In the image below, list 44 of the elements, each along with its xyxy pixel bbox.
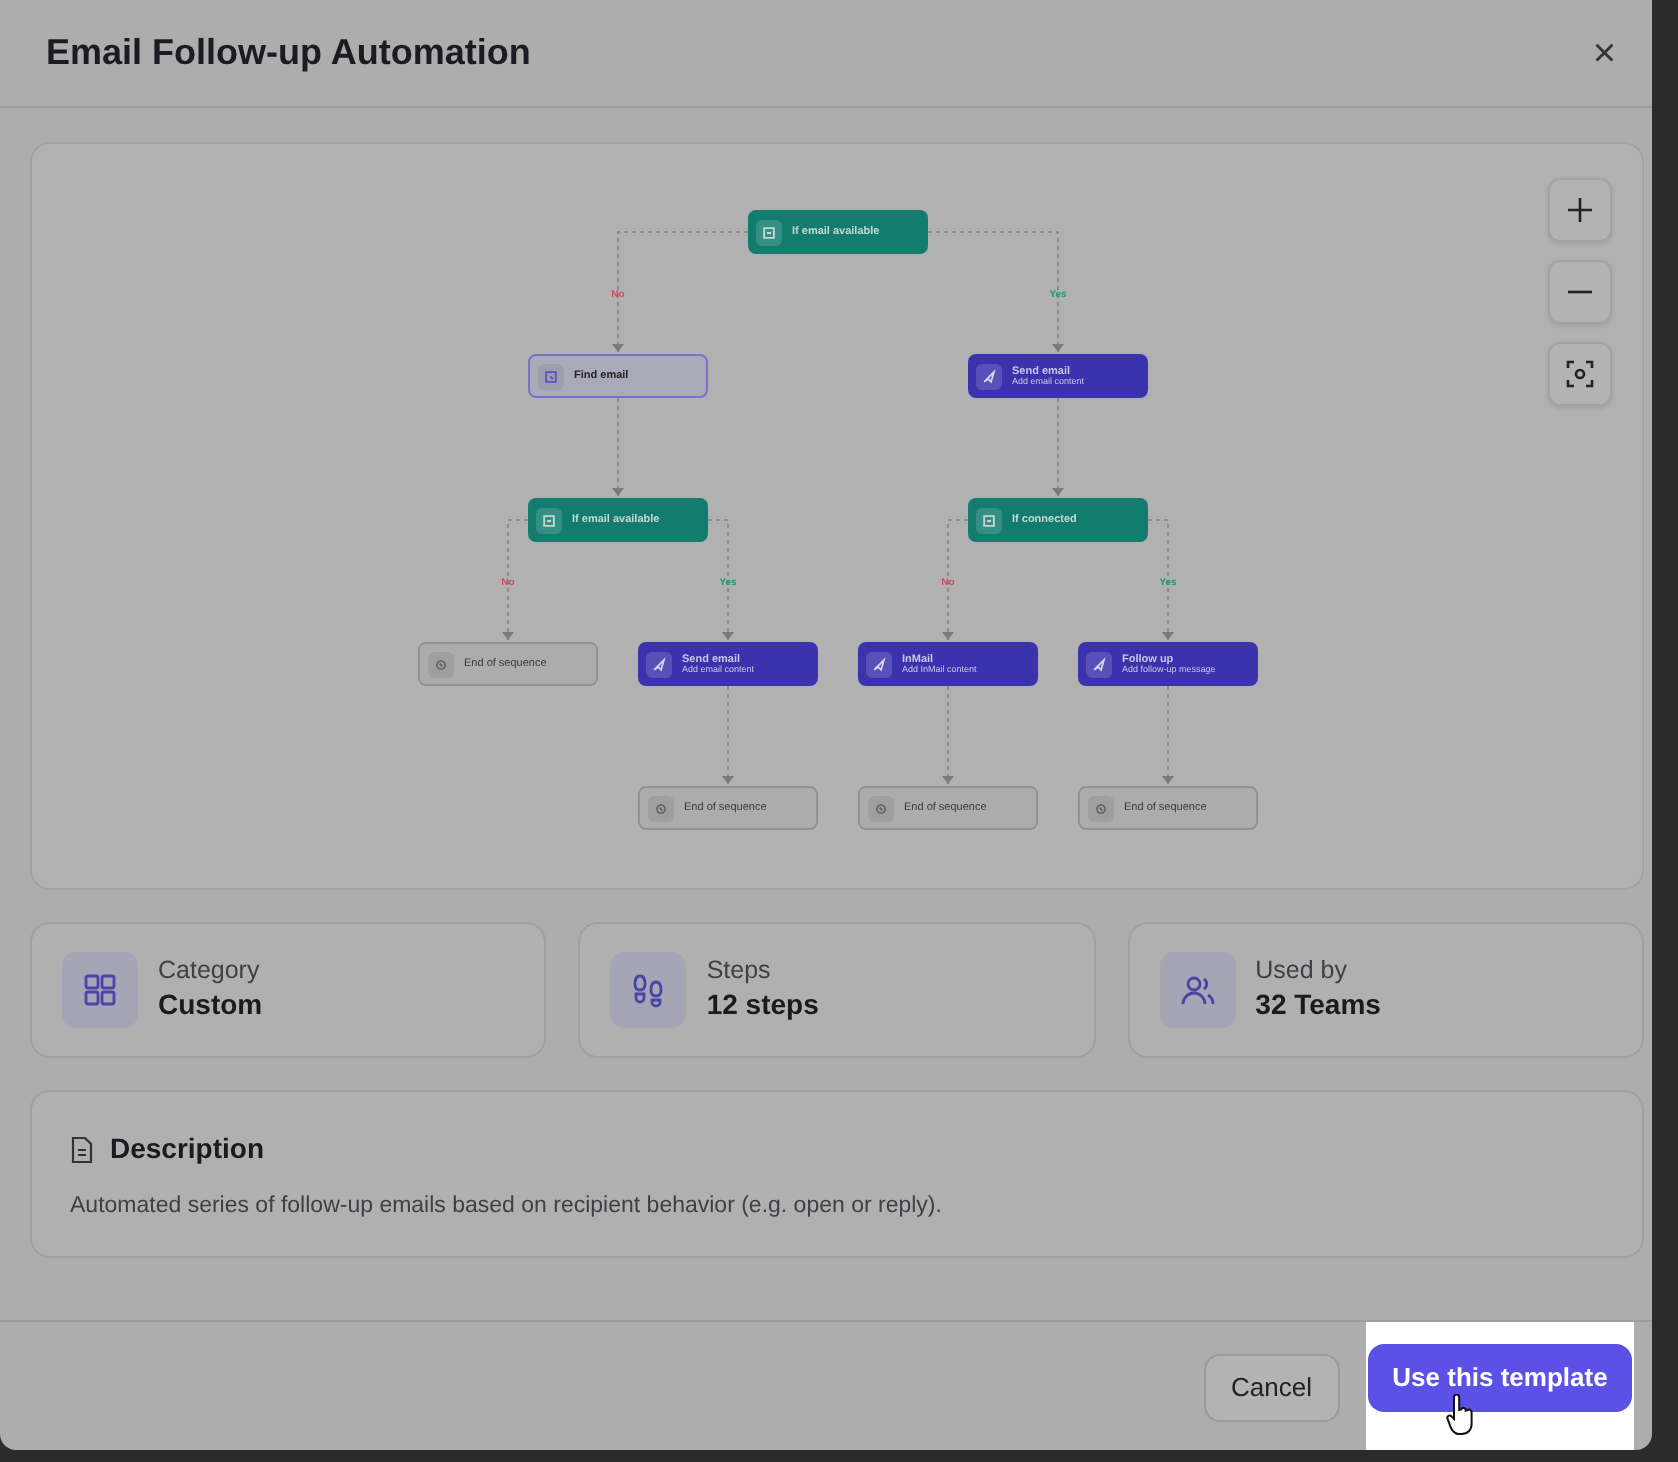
connector-line bbox=[942, 519, 969, 641]
node-icon bbox=[648, 795, 674, 821]
node-icon bbox=[538, 363, 564, 389]
stat-value: 32 Teams bbox=[1255, 986, 1381, 1024]
node-icon bbox=[1088, 795, 1114, 821]
node-icon bbox=[428, 651, 454, 677]
node-icon bbox=[976, 363, 1002, 389]
node-icon bbox=[868, 795, 894, 821]
fit-view-icon bbox=[1566, 360, 1594, 388]
connector-line bbox=[927, 231, 1064, 353]
zoom-in-button[interactable] bbox=[1548, 178, 1612, 242]
use-template-button[interactable]: Use this template bbox=[1368, 1344, 1632, 1412]
node-icon bbox=[976, 507, 1002, 533]
cancel-button[interactable]: Cancel bbox=[1203, 1354, 1340, 1422]
connector-line bbox=[942, 685, 954, 785]
dialog-title: Email Follow-up Automation bbox=[46, 31, 531, 75]
stat-value: Custom bbox=[158, 986, 263, 1024]
stat-label: Steps bbox=[706, 956, 773, 987]
connector-line bbox=[1162, 685, 1174, 785]
zoom-in-icon bbox=[1566, 196, 1594, 224]
users-icon bbox=[1159, 952, 1236, 1028]
connector-line bbox=[722, 685, 734, 785]
node-icon bbox=[1086, 651, 1112, 677]
description-heading: Description bbox=[110, 1130, 265, 1168]
stat-label: Category bbox=[158, 956, 262, 987]
connector-line bbox=[612, 231, 749, 353]
grid-icon bbox=[62, 952, 138, 1028]
stat-label: Used by bbox=[1255, 956, 1350, 987]
close-button[interactable]: × bbox=[1584, 33, 1624, 73]
fit-view-button[interactable] bbox=[1548, 342, 1612, 406]
connector-line bbox=[612, 397, 624, 497]
connector-line bbox=[1052, 397, 1064, 497]
connector-line bbox=[1147, 519, 1174, 641]
connector-line bbox=[502, 519, 529, 641]
connector-line bbox=[707, 519, 734, 641]
document-icon bbox=[70, 1135, 94, 1163]
footprints-icon bbox=[610, 952, 687, 1028]
node-icon bbox=[756, 219, 782, 245]
node-icon bbox=[866, 651, 892, 677]
stat-value: 12 steps bbox=[706, 986, 819, 1024]
description-text: Automated series of follow-up emails based on recipient behavior (e.g. open or reply). bbox=[70, 1192, 944, 1222]
node-icon bbox=[646, 651, 672, 677]
pointer-hand-icon bbox=[1446, 1394, 1474, 1438]
node-icon bbox=[536, 507, 562, 533]
